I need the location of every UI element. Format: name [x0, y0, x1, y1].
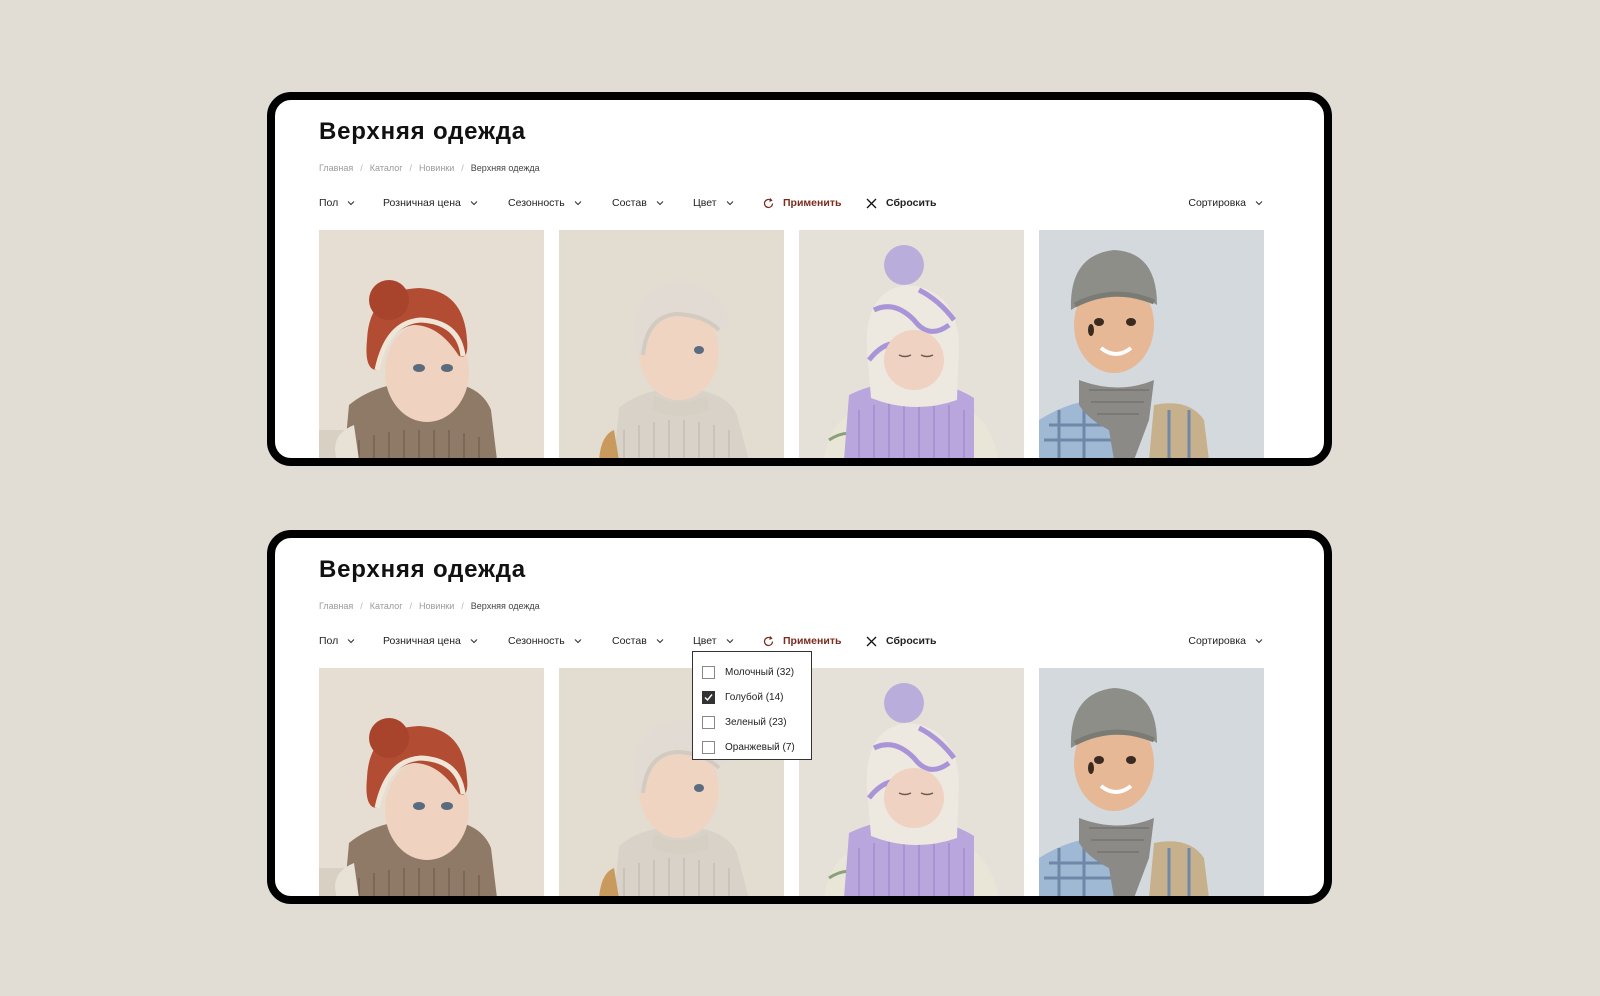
product-card[interactable] — [319, 230, 544, 458]
filter-gender-label: Пол — [319, 197, 339, 209]
chevron-down-icon — [655, 636, 665, 646]
filter-season[interactable]: Сезонность — [508, 193, 583, 213]
color-option-label: Голубой (14) — [725, 692, 784, 703]
breadcrumb: Главная / Каталог / Новинки / Верхняя одежд… — [319, 601, 540, 611]
checkbox[interactable] — [702, 741, 715, 754]
apply-button[interactable]: Применить — [762, 631, 841, 651]
color-dropdown: Молочный (32) Голубой (14) Зеленый (23) … — [692, 651, 812, 760]
product-card[interactable] — [799, 668, 1024, 896]
product-image — [1039, 668, 1264, 896]
product-image — [319, 668, 544, 896]
close-icon — [865, 197, 878, 210]
filter-gender-label: Пол — [319, 635, 339, 647]
product-grid — [319, 230, 1264, 458]
product-card[interactable] — [1039, 668, 1264, 896]
chevron-down-icon — [1254, 198, 1264, 208]
chevron-down-icon — [1254, 636, 1264, 646]
product-card[interactable] — [559, 230, 784, 458]
apply-button[interactable]: Применить — [762, 193, 841, 213]
page-title: Верхняя одежда — [319, 556, 526, 583]
breadcrumb-current: Верхняя одежда — [470, 163, 540, 173]
color-option-milk[interactable]: Молочный (32) — [702, 660, 811, 685]
refresh-icon — [762, 635, 775, 648]
filter-price[interactable]: Розничная цена — [383, 193, 479, 213]
filter-bar: Пол Розничная цена Сезонность Состав Цве… — [319, 193, 1264, 213]
filter-color[interactable]: Цвет — [693, 631, 735, 651]
sort-label: Сортировка — [1188, 635, 1246, 647]
filter-composition[interactable]: Состав — [612, 631, 665, 651]
breadcrumb-home[interactable]: Главная — [319, 163, 353, 173]
filter-season-label: Сезонность — [508, 635, 565, 647]
filter-composition-label: Состав — [612, 197, 647, 209]
breadcrumb-home[interactable]: Главная — [319, 601, 353, 611]
filter-color-label: Цвет — [693, 197, 717, 209]
filter-bar: Пол Розничная цена Сезонность Состав Цве… — [319, 631, 1264, 651]
checkbox[interactable] — [702, 716, 715, 729]
chevron-down-icon — [725, 198, 735, 208]
apply-label: Применить — [783, 197, 842, 209]
color-option-label: Зеленый (23) — [725, 717, 787, 728]
breadcrumb: Главная / Каталог / Новинки / Верхняя одежд… — [319, 163, 540, 173]
color-option-blue[interactable]: Голубой (14) — [702, 685, 811, 710]
refresh-icon — [762, 197, 775, 210]
chevron-down-icon — [469, 636, 479, 646]
filter-color-label: Цвет — [693, 635, 717, 647]
sort-dropdown[interactable]: Сортировка — [1188, 193, 1264, 213]
filter-color[interactable]: Цвет — [693, 193, 735, 213]
color-option-label: Молочный (32) — [725, 667, 795, 678]
chevron-down-icon — [573, 198, 583, 208]
filter-price[interactable]: Розничная цена — [383, 631, 479, 651]
breadcrumb-new[interactable]: Новинки — [419, 601, 454, 611]
reset-label: Сбросить — [886, 635, 937, 647]
filter-gender[interactable]: Пол — [319, 631, 356, 651]
product-image — [319, 230, 544, 458]
breadcrumb-current: Верхняя одежда — [470, 601, 540, 611]
catalog-screen-default: Верхняя одежда Главная / Каталог / Новинки… — [267, 92, 1332, 466]
chevron-down-icon — [725, 636, 735, 646]
chevron-down-icon — [469, 198, 479, 208]
checkbox[interactable] — [702, 666, 715, 679]
page-title: Верхняя одежда — [319, 118, 526, 145]
product-card[interactable] — [799, 230, 1024, 458]
filter-composition[interactable]: Состав — [612, 193, 665, 213]
breadcrumb-new[interactable]: Новинки — [419, 163, 454, 173]
chevron-down-icon — [346, 636, 356, 646]
filter-price-label: Розничная цена — [383, 635, 461, 647]
sort-dropdown[interactable]: Сортировка — [1188, 631, 1264, 651]
reset-button[interactable]: Сбросить — [865, 193, 937, 213]
filter-composition-label: Состав — [612, 635, 647, 647]
chevron-down-icon — [346, 198, 356, 208]
product-card[interactable] — [1039, 230, 1264, 458]
product-image — [799, 668, 1024, 896]
apply-label: Применить — [783, 635, 842, 647]
product-image — [1039, 230, 1264, 458]
breadcrumb-catalog[interactable]: Каталог — [370, 163, 403, 173]
chevron-down-icon — [573, 636, 583, 646]
checkbox-checked[interactable] — [702, 691, 715, 704]
sort-label: Сортировка — [1188, 197, 1246, 209]
reset-button[interactable]: Сбросить — [865, 631, 937, 651]
product-image — [559, 230, 784, 458]
filter-season-label: Сезонность — [508, 197, 565, 209]
breadcrumb-catalog[interactable]: Каталог — [370, 601, 403, 611]
chevron-down-icon — [655, 198, 665, 208]
product-card[interactable] — [319, 668, 544, 896]
reset-label: Сбросить — [886, 197, 937, 209]
product-image — [799, 230, 1024, 458]
color-option-green[interactable]: Зеленый (23) — [702, 710, 811, 735]
color-option-label: Оранжевый (7) — [725, 742, 795, 753]
color-option-orange[interactable]: Оранжевый (7) — [702, 735, 811, 760]
filter-season[interactable]: Сезонность — [508, 631, 583, 651]
close-icon — [865, 635, 878, 648]
filter-gender[interactable]: Пол — [319, 193, 356, 213]
catalog-screen-color-open: Верхняя одежда Главная / Каталог / Новинки… — [267, 530, 1332, 904]
filter-price-label: Розничная цена — [383, 197, 461, 209]
checkmark-icon — [704, 694, 713, 702]
